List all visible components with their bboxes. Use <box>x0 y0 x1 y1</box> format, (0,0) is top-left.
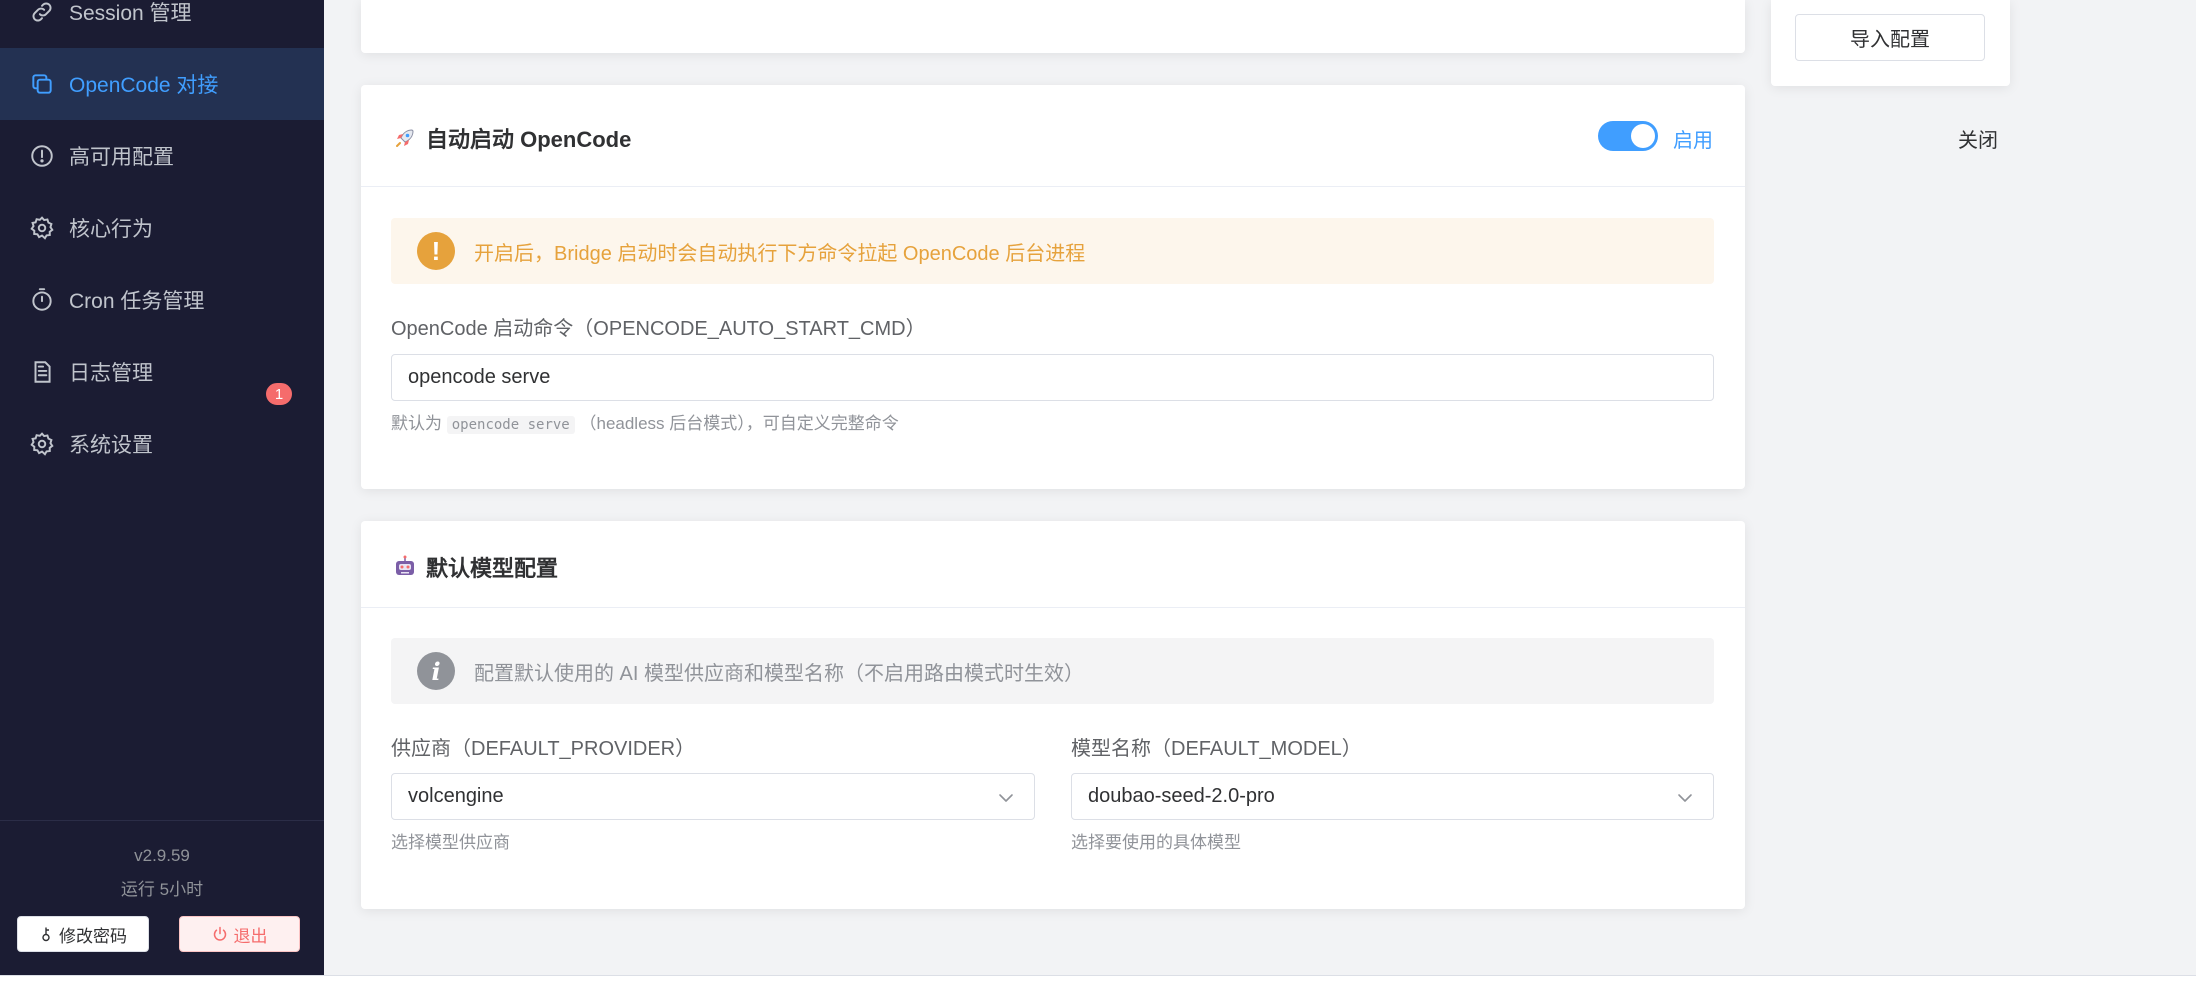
warning-circle-icon <box>29 143 55 169</box>
sidebar-footer: v2.9.59 运行 5小时 修改密码 退出 <box>0 820 324 975</box>
import-config-button[interactable]: 导入配置 <box>1795 14 1985 61</box>
gear-icon <box>29 215 55 241</box>
chevron-down-icon <box>996 788 1016 808</box>
side-actions-card: 导入配置 <box>1771 0 2010 86</box>
toggle-knob <box>1631 124 1655 148</box>
sidebar-item-session[interactable]: Session 管理 <box>0 0 324 48</box>
sidebar-item-core-behavior[interactable]: 核心行为 <box>0 192 324 264</box>
sidebar: Session 管理 OpenCode 对接 高可用配置 核心行为 Cron 任… <box>0 0 324 975</box>
sidebar-item-label: 系统设置 <box>69 434 153 457</box>
default-model-info-alert: i 配置默认使用的 AI 模型供应商和模型名称（不启用路由模式时生效） <box>391 638 1714 704</box>
sidebar-item-cron[interactable]: Cron 任务管理 <box>0 264 324 336</box>
sidebar-item-label: OpenCode 对接 <box>69 74 219 97</box>
alert-text: 开启后，Bridge 启动时会自动执行下方命令拉起 OpenCode 后台进程 <box>474 242 1086 265</box>
change-password-label: 修改密码 <box>59 926 127 946</box>
change-password-button[interactable]: 修改密码 <box>17 916 149 952</box>
auto-start-toggle[interactable] <box>1598 121 1658 151</box>
default-model-title: 默认模型配置 <box>426 556 559 581</box>
power-icon <box>212 926 228 942</box>
model-hint: 选择要使用的具体模型 <box>1071 833 1241 852</box>
switch-off-label: 关闭 <box>1958 130 1998 152</box>
link-icon <box>29 0 55 25</box>
sidebar-item-label: 核心行为 <box>69 218 153 241</box>
switch-on-label: 启用 <box>1673 130 1713 152</box>
rocket-icon <box>392 125 418 151</box>
model-value: doubao-seed-2.0-pro <box>1088 785 1275 807</box>
notification-badge: 1 <box>264 381 294 407</box>
auto-start-warning-alert: ! 开启后，Bridge 启动时会自动执行下方命令拉起 OpenCode 后台进… <box>391 218 1714 284</box>
auto-start-title: 自动启动 OpenCode <box>426 127 632 152</box>
gear-icon <box>29 431 55 457</box>
hint-code: opencode serve <box>446 416 575 434</box>
copy-icon <box>29 71 55 97</box>
hint-prefix: 默认为 <box>391 414 442 433</box>
logout-button[interactable]: 退出 <box>179 916 300 952</box>
alert-text: 配置默认使用的 AI 模型供应商和模型名称（不启用路由模式时生效） <box>474 662 1085 685</box>
sidebar-item-label: 高可用配置 <box>69 146 174 169</box>
card-title: 默认模型配置 <box>392 551 558 583</box>
sidebar-item-ha-config[interactable]: 高可用配置 <box>0 120 324 192</box>
version-text: v2.9.59 <box>134 846 190 865</box>
exclamation-icon: ! <box>417 232 455 270</box>
uptime-text: 运行 5小时 <box>120 880 204 899</box>
key-icon <box>39 926 53 942</box>
sidebar-item-system-settings[interactable]: 系统设置 <box>0 408 324 480</box>
model-select[interactable]: doubao-seed-2.0-pro <box>1071 773 1714 820</box>
default-model-card: 默认模型配置 <box>361 521 1745 909</box>
card-title: 自动启动 OpenCode <box>392 122 631 154</box>
chevron-down-icon <box>1675 788 1695 808</box>
document-icon <box>29 359 55 385</box>
command-value: opencode serve <box>408 366 551 388</box>
previous-config-card <box>361 0 1745 53</box>
sidebar-item-opencode[interactable]: OpenCode 对接 <box>0 48 324 120</box>
info-icon: i <box>417 652 455 690</box>
command-input[interactable]: opencode serve <box>391 354 1714 401</box>
provider-value: volcengine <box>408 785 504 807</box>
provider-select[interactable]: volcengine <box>391 773 1035 820</box>
sidebar-item-label: Cron 任务管理 <box>69 290 205 313</box>
model-label: 模型名称（DEFAULT_MODEL） <box>1071 738 1362 760</box>
card-header: 自动启动 OpenCode <box>361 85 1745 187</box>
bottom-edge <box>0 975 2196 982</box>
logout-label: 退出 <box>233 926 268 946</box>
provider-hint: 选择模型供应商 <box>391 833 510 852</box>
robot-icon <box>392 554 418 580</box>
sidebar-item-label: Session 管理 <box>69 2 192 25</box>
sidebar-item-label: 日志管理 <box>69 362 153 385</box>
card-header: 默认模型配置 <box>361 521 1745 608</box>
hint-suffix: （headless 后台模式），可自定义完整命令 <box>579 414 899 433</box>
command-label: OpenCode 启动命令（OPENCODE_AUTO_START_CMD） <box>391 318 926 340</box>
stopwatch-icon <box>29 287 55 313</box>
command-hint: 默认为 opencode serve （headless 后台模式），可自定义完… <box>391 409 899 434</box>
provider-label: 供应商（DEFAULT_PROVIDER） <box>391 738 696 760</box>
